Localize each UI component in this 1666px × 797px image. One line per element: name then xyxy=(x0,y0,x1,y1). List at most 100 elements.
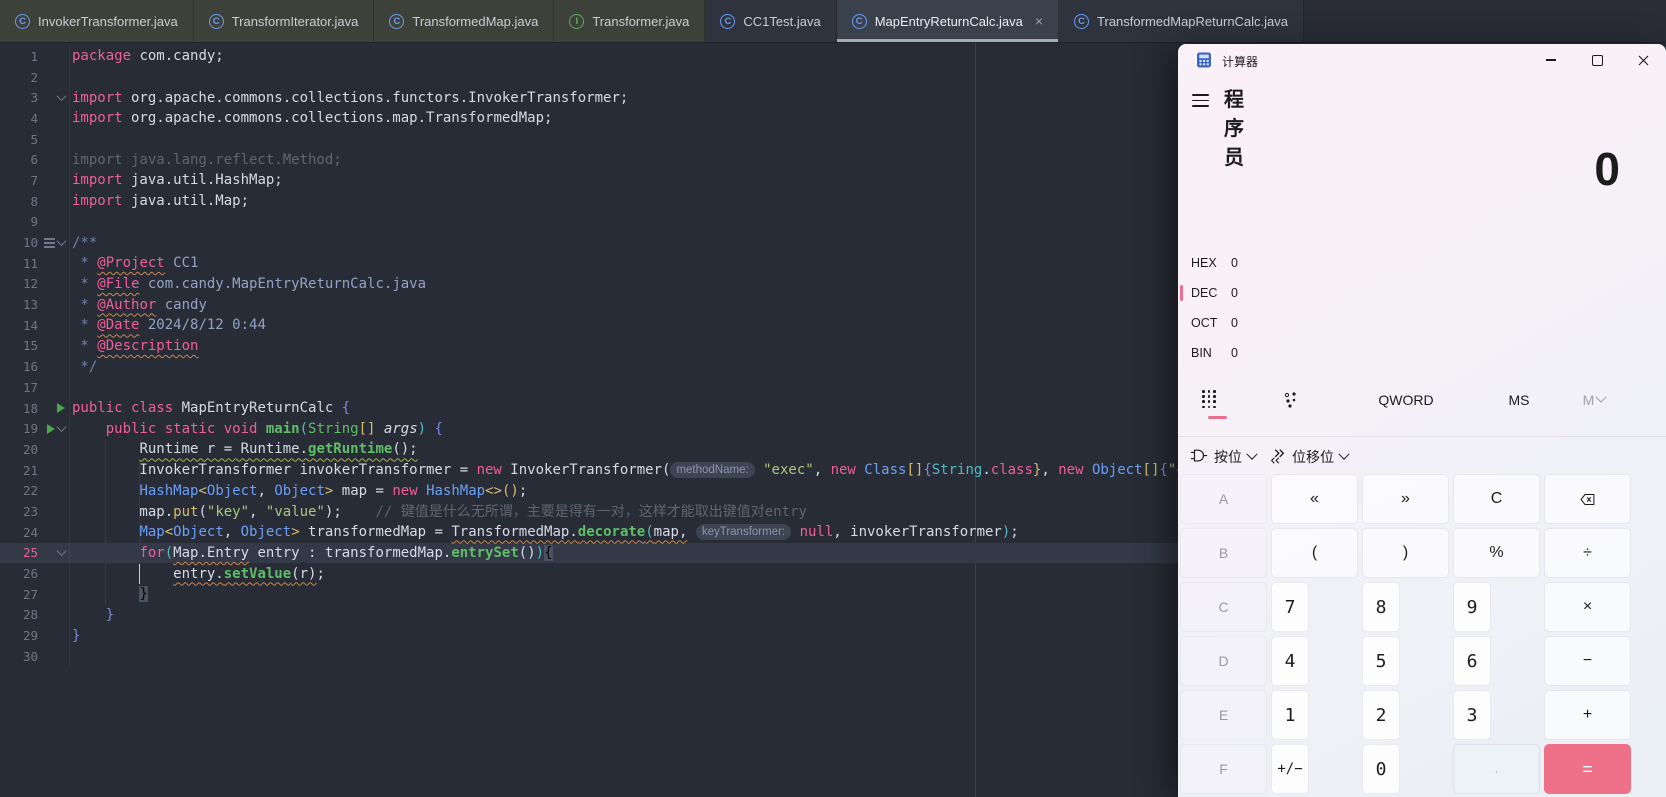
tab-invokertransformer[interactable]: C InvokerTransformer.java xyxy=(0,0,194,42)
gutter: 13 xyxy=(0,294,70,315)
close-button[interactable] xyxy=(1620,44,1666,76)
key-e: E xyxy=(1180,690,1267,740)
gutter-icons xyxy=(38,546,68,557)
radix-value: 0 xyxy=(1231,316,1238,330)
class-icon: C xyxy=(851,13,867,29)
open-paren-key[interactable]: ( xyxy=(1271,528,1358,578)
full-keypad-icon[interactable] xyxy=(1202,390,1216,410)
radix-label: HEX xyxy=(1191,256,1217,270)
chevron-down-icon xyxy=(1246,448,1258,460)
code-text: * @Project CC1 xyxy=(72,255,199,272)
chevron-down-icon xyxy=(1338,448,1350,460)
fold-icon[interactable] xyxy=(56,546,67,557)
gutter: 10 xyxy=(0,232,70,253)
radix-dec[interactable]: DEC 0 xyxy=(1178,278,1666,308)
radix-bin[interactable]: BIN 0 xyxy=(1178,338,1666,368)
line-number: 15 xyxy=(22,338,38,354)
bitop-bitwise-dropdown[interactable]: 按位 xyxy=(1190,447,1258,468)
key-8[interactable]: 8 xyxy=(1362,582,1400,632)
gutter: 4 xyxy=(0,108,70,129)
gutter: 26 xyxy=(0,563,70,584)
key-4[interactable]: 4 xyxy=(1271,636,1309,686)
tab-cc1test[interactable]: C CC1Test.java xyxy=(705,0,837,42)
gutter: 22 xyxy=(0,480,70,502)
chevron-down-icon xyxy=(1595,391,1607,403)
close-paren-key[interactable]: ) xyxy=(1362,528,1449,578)
run-icon[interactable] xyxy=(47,423,55,434)
gutter: 28 xyxy=(0,604,70,626)
doc-render-icon[interactable] xyxy=(44,237,55,240)
bit-toggle-keypad-icon[interactable] xyxy=(1283,390,1299,410)
divide-key[interactable]: ÷ xyxy=(1544,528,1631,578)
fold-icon[interactable] xyxy=(56,422,67,433)
tab-label: TransformedMapReturnCalc.java xyxy=(1097,13,1289,29)
calculator-title-bar[interactable]: 计算器 xyxy=(1178,44,1666,76)
menu-icon[interactable] xyxy=(1192,94,1209,107)
line-number: 12 xyxy=(22,276,38,292)
class-icon: C xyxy=(208,13,224,29)
line-number: 2 xyxy=(30,69,38,85)
multiply-key[interactable]: × xyxy=(1544,582,1631,632)
percent-key[interactable]: % xyxy=(1453,528,1540,578)
key-1[interactable]: 1 xyxy=(1271,690,1309,740)
code-text: * @File com.candy.MapEntryReturnCalc.jav… xyxy=(72,275,427,292)
gutter: 2 xyxy=(0,66,70,88)
code-text: import java.util.HashMap; xyxy=(72,172,283,189)
rsh-key[interactable]: » xyxy=(1362,474,1449,524)
gutter: 3 xyxy=(0,87,70,109)
word-size-button[interactable]: QWORD xyxy=(1364,386,1448,414)
tab-bar: C InvokerTransformer.java C TransformIterat… xyxy=(0,0,1666,43)
maximize-button[interactable] xyxy=(1574,44,1620,76)
radix-hex[interactable]: HEX 0 xyxy=(1178,248,1666,278)
plus-minus-key[interactable]: +/− xyxy=(1271,744,1309,794)
run-icon[interactable] xyxy=(57,403,65,414)
radix-value: 0 xyxy=(1231,346,1238,360)
key-c: C xyxy=(1180,582,1267,632)
line-number: 18 xyxy=(22,400,38,416)
line-number: 16 xyxy=(22,359,38,375)
line-number: 14 xyxy=(22,317,38,333)
tab-close-icon[interactable]: × xyxy=(1035,14,1043,28)
key-7[interactable]: 7 xyxy=(1271,582,1309,632)
key-3[interactable]: 3 xyxy=(1453,690,1491,740)
code-text: * @Date 2024/8/12 0:44 xyxy=(72,317,266,334)
code-text: */ xyxy=(72,358,98,375)
minus-key[interactable]: − xyxy=(1544,636,1631,686)
class-icon: C xyxy=(1074,13,1090,29)
tab-transformedmapreturncalc[interactable]: C TransformedMapReturnCalc.java xyxy=(1059,0,1305,42)
backspace-icon xyxy=(1579,491,1596,508)
key-2[interactable]: 2 xyxy=(1362,690,1400,740)
clear-key[interactable]: C xyxy=(1453,474,1540,524)
memory-menu-button[interactable]: M xyxy=(1572,386,1616,414)
equals-key[interactable]: = xyxy=(1544,744,1631,794)
calculator-mode-title: 程序员 xyxy=(1224,89,1244,169)
tab-transformiterator[interactable]: C TransformIterator.java xyxy=(193,0,375,42)
tab-transformedmap[interactable]: C TransformedMap.java xyxy=(374,0,555,42)
key-d: D xyxy=(1180,636,1267,686)
tab-mapentryreturncalc[interactable]: C MapEntryReturnCalc.java × xyxy=(836,0,1060,42)
key-6[interactable]: 6 xyxy=(1453,636,1491,686)
gutter: 5 xyxy=(0,128,70,150)
gutter: 14 xyxy=(0,314,70,336)
lsh-key[interactable]: « xyxy=(1271,474,1358,524)
plus-key[interactable]: + xyxy=(1544,690,1631,740)
fold-icon[interactable] xyxy=(56,91,67,102)
key-5[interactable]: 5 xyxy=(1362,636,1400,686)
tab-transformer[interactable]: I Transformer.java xyxy=(554,0,706,42)
memory-store-button[interactable]: MS xyxy=(1498,386,1540,414)
key-0[interactable]: 0 xyxy=(1362,744,1400,794)
fold-icon[interactable] xyxy=(56,236,67,247)
bitop-bitshift-dropdown[interactable]: 位移位 xyxy=(1268,447,1350,468)
radix-oct[interactable]: OCT 0 xyxy=(1178,308,1666,338)
code-text: Map<Object, Object> transformedMap = Tra… xyxy=(139,523,1019,540)
line-number: 5 xyxy=(30,131,38,147)
key-9[interactable]: 9 xyxy=(1453,582,1491,632)
backspace-key[interactable] xyxy=(1544,474,1631,524)
radix-selected-bar xyxy=(1180,255,1183,271)
line-number: 10 xyxy=(22,235,38,251)
minimize-button[interactable] xyxy=(1528,44,1574,76)
interface-icon: I xyxy=(569,13,585,29)
radix-value: 0 xyxy=(1231,286,1238,300)
gutter: 25 xyxy=(0,542,70,564)
code-text: } xyxy=(139,586,148,603)
